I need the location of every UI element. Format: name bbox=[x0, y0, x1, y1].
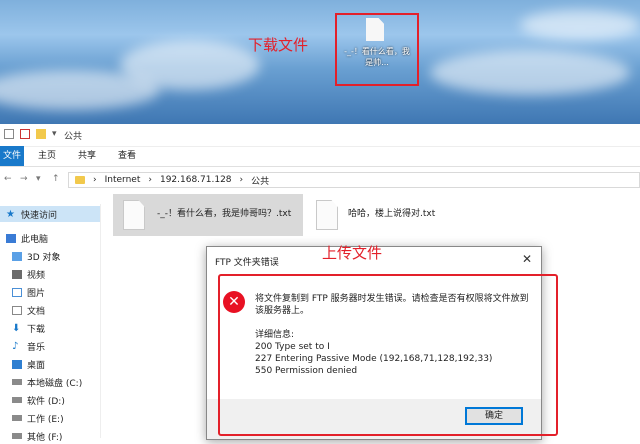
drive-icon bbox=[12, 433, 22, 439]
chevron-right-icon[interactable]: › bbox=[240, 175, 244, 185]
tab-home[interactable]: 主页 bbox=[38, 146, 56, 166]
sidebar-item-label: 3D 对象 bbox=[27, 252, 61, 263]
sidebar-item-label: 视频 bbox=[27, 270, 46, 281]
sidebar-item-drive-e[interactable]: 工作 (E:) bbox=[12, 410, 64, 426]
sidebar-item-label: 此电脑 bbox=[21, 234, 49, 245]
file-name: 哈哈，楼上说得对.txt bbox=[348, 209, 436, 219]
chevron-down-icon[interactable]: ▾ bbox=[52, 129, 57, 139]
sidebar-item-label: 其他 (F:) bbox=[27, 432, 63, 443]
cube-icon bbox=[12, 251, 22, 261]
breadcrumb-server[interactable]: 192.168.71.128 bbox=[160, 175, 232, 185]
drive-icon bbox=[12, 397, 22, 403]
ribbon-tabs: 文件 主页 共享 查看 bbox=[0, 146, 640, 167]
sidebar-item-label: 桌面 bbox=[27, 360, 46, 371]
download-icon: ⬇ bbox=[12, 322, 21, 334]
file-name: -_-！看什么看，我是帅哥吗？.txt bbox=[157, 209, 292, 219]
text-file-icon bbox=[316, 200, 338, 230]
dialog-title: FTP 文件夹错误 bbox=[215, 258, 279, 268]
chevron-right-icon[interactable]: › bbox=[148, 175, 152, 185]
quick-access-toolbar: ▾ bbox=[4, 129, 57, 139]
new-folder-icon[interactable] bbox=[36, 129, 46, 139]
upload-annotation: 上传文件 bbox=[322, 244, 383, 262]
close-icon[interactable]: ✕ bbox=[519, 251, 535, 267]
navigation-bar: ← → ▾ ↑ › Internet › 192.168.71.128 › 公共 bbox=[0, 170, 640, 190]
sidebar-item-desktop[interactable]: 桌面 bbox=[12, 356, 45, 372]
text-file-icon bbox=[123, 200, 145, 230]
sidebar-item-label: 文档 bbox=[27, 306, 46, 317]
file-item[interactable]: -_-！看什么看，我是帅哥吗？.txt bbox=[113, 194, 303, 236]
check-icon[interactable] bbox=[20, 129, 30, 139]
sidebar-item-music[interactable]: ♪ 音乐 bbox=[12, 338, 45, 354]
recent-dropdown-icon[interactable]: ▾ bbox=[36, 174, 41, 184]
sidebar-item-label: 软件 (D:) bbox=[27, 396, 65, 407]
sidebar-item-this-pc[interactable]: 此电脑 bbox=[6, 230, 48, 246]
sidebar-item-pictures[interactable]: 图片 bbox=[12, 284, 45, 300]
sidebar-item-downloads[interactable]: ⬇ 下载 bbox=[12, 320, 45, 336]
breadcrumb-public[interactable]: 公共 bbox=[251, 174, 269, 187]
sidebar-item-label: 下载 bbox=[27, 324, 46, 335]
drive-icon bbox=[12, 415, 22, 421]
forward-arrow-icon[interactable]: → bbox=[20, 174, 28, 184]
window-title: 公共 bbox=[64, 132, 83, 142]
sidebar-item-label: 快速访问 bbox=[21, 210, 58, 221]
sidebar-item-videos[interactable]: 视频 bbox=[12, 266, 45, 282]
sidebar-item-drive-c[interactable]: 本地磁盘 (C:) bbox=[12, 374, 82, 390]
sidebar-item-label: 工作 (E:) bbox=[27, 414, 64, 425]
picture-icon bbox=[12, 287, 22, 297]
address-bar[interactable]: › Internet › 192.168.71.128 › 公共 bbox=[68, 172, 640, 188]
music-icon: ♪ bbox=[12, 340, 19, 352]
sidebar-item-documents[interactable]: 文档 bbox=[12, 302, 45, 318]
sidebar-item-3d-objects[interactable]: 3D 对象 bbox=[12, 248, 61, 264]
desktop-file-icon[interactable] bbox=[366, 18, 384, 41]
sidebar-item-drive-d[interactable]: 软件 (D:) bbox=[12, 392, 65, 408]
breadcrumb-internet[interactable]: Internet bbox=[105, 175, 141, 185]
desktop-icon bbox=[12, 359, 22, 369]
back-arrow-icon[interactable]: ← bbox=[4, 174, 12, 184]
download-annotation: 下载文件 bbox=[248, 36, 309, 54]
upload-highlight-box bbox=[218, 274, 558, 436]
video-icon bbox=[12, 269, 22, 279]
title-bar: ▾ 公共 bbox=[0, 124, 640, 147]
desktop-background bbox=[0, 0, 640, 124]
desktop-file-label[interactable]: -_-！看什么看，我是帅... bbox=[343, 46, 411, 68]
star-icon: ★ bbox=[6, 208, 15, 220]
chevron-right-icon[interactable]: › bbox=[93, 175, 97, 185]
sidebar-item-label: 音乐 bbox=[27, 342, 46, 353]
sidebar-item-label: 图片 bbox=[27, 288, 46, 299]
properties-icon[interactable] bbox=[4, 129, 14, 139]
navigation-pane: ★ 快速访问 此电脑 3D 对象 视频 图片 文档 ⬇ 下载 ♪ 音乐 桌面 本… bbox=[0, 204, 101, 443]
tab-view[interactable]: 查看 bbox=[118, 146, 136, 166]
file-item[interactable]: 哈哈，楼上说得对.txt bbox=[312, 194, 452, 236]
up-arrow-icon[interactable]: ↑ bbox=[52, 174, 60, 184]
sidebar-item-label: 本地磁盘 (C:) bbox=[27, 378, 83, 389]
drive-icon bbox=[12, 379, 22, 385]
sidebar-item-quick-access[interactable]: ★ 快速访问 bbox=[0, 206, 100, 222]
document-icon bbox=[12, 305, 22, 315]
pc-icon bbox=[6, 233, 16, 243]
folder-icon bbox=[75, 176, 85, 184]
tab-file[interactable]: 文件 bbox=[0, 146, 24, 166]
sidebar-divider bbox=[100, 204, 101, 438]
sidebar-item-drive-f[interactable]: 其他 (F:) bbox=[12, 428, 62, 444]
tab-share[interactable]: 共享 bbox=[78, 146, 96, 166]
